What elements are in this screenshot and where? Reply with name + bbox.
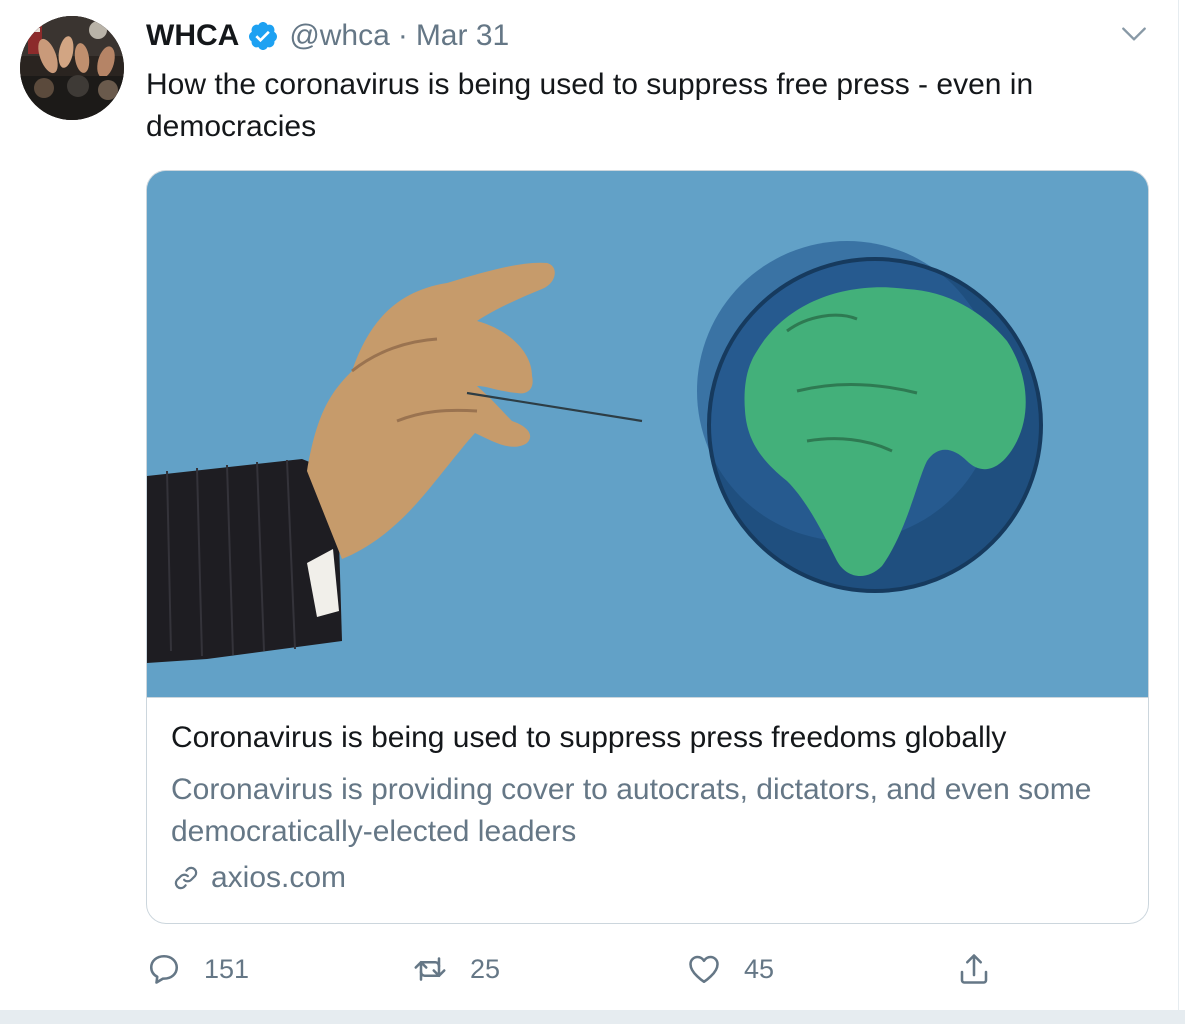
card-domain-text: axios.com [211, 861, 347, 894]
reply-button[interactable]: 151 [146, 944, 249, 994]
separator: · [397, 19, 408, 52]
like-count: 45 [744, 953, 775, 984]
handle[interactable]: @whca [289, 19, 390, 53]
share-icon [960, 954, 988, 984]
tweet-header: WHCA @whca · Mar 31 [146, 14, 509, 58]
heart-icon [689, 955, 719, 984]
timeline-border [1178, 0, 1179, 1010]
reply-count: 151 [204, 953, 250, 984]
tweet[interactable]: WHCA @whca · Mar 31 How the coronavirus … [0, 0, 1185, 1010]
link-icon [174, 866, 198, 890]
retweet-button[interactable]: 25 [412, 944, 500, 994]
card-domain[interactable]: axios.com [171, 861, 346, 895]
card-title[interactable]: Coronavirus is being used to suppress pr… [171, 721, 1006, 755]
display-name[interactable]: WHCA [146, 19, 239, 53]
retweet-count: 25 [470, 953, 501, 984]
card-description: Coronavirus is providing cover to autocr… [171, 773, 1092, 848]
chevron-down-icon[interactable] [1118, 18, 1150, 50]
tweet-text: How the coronavirus is being used to sup… [146, 68, 1034, 143]
verified-badge-icon [249, 22, 278, 50]
action-bar: 151 25 45 [146, 944, 1156, 994]
like-button[interactable]: 45 [686, 944, 774, 994]
card-image [147, 171, 1148, 698]
retweet-icon [414, 957, 446, 981]
timeline-divider [0, 1010, 1185, 1024]
avatar-image [20, 16, 124, 120]
link-card[interactable]: Coronavirus is being used to suppress pr… [146, 170, 1149, 924]
share-button[interactable] [956, 944, 1014, 994]
reply-icon [149, 954, 179, 984]
tweet-date[interactable]: Mar 31 [416, 19, 509, 53]
avatar[interactable] [20, 16, 124, 120]
